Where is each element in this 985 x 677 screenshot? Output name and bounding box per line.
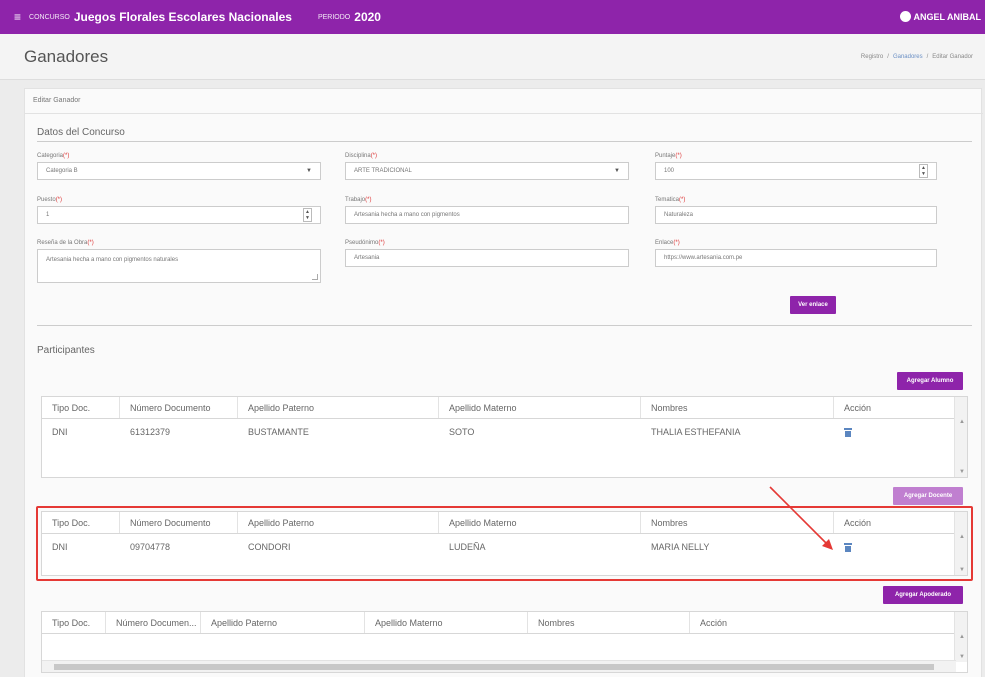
- agregar-apoderado-button[interactable]: Agregar Apoderado: [883, 586, 963, 604]
- grid-header: Tipo Doc. Número Documen... Apellido Pat…: [42, 612, 956, 634]
- col-nombres[interactable]: Nombres: [528, 612, 690, 633]
- col-apellido-materno[interactable]: Apellido Materno: [365, 612, 528, 633]
- col-accion: Acción: [700, 617, 728, 628]
- col-apellido-paterno[interactable]: Apellido Paterno: [201, 612, 365, 633]
- annotation-arrow: [769, 486, 833, 550]
- col-tipo-doc[interactable]: Tipo Doc.: [42, 612, 106, 633]
- col-numero-documento[interactable]: Número Documen...: [106, 612, 201, 633]
- vertical-scrollbar[interactable]: ▲ ▼: [954, 612, 967, 662]
- horizontal-scrollbar[interactable]: [42, 660, 956, 672]
- apoderados-grid: Tipo Doc. Número Documen... Apellido Pat…: [41, 611, 968, 673]
